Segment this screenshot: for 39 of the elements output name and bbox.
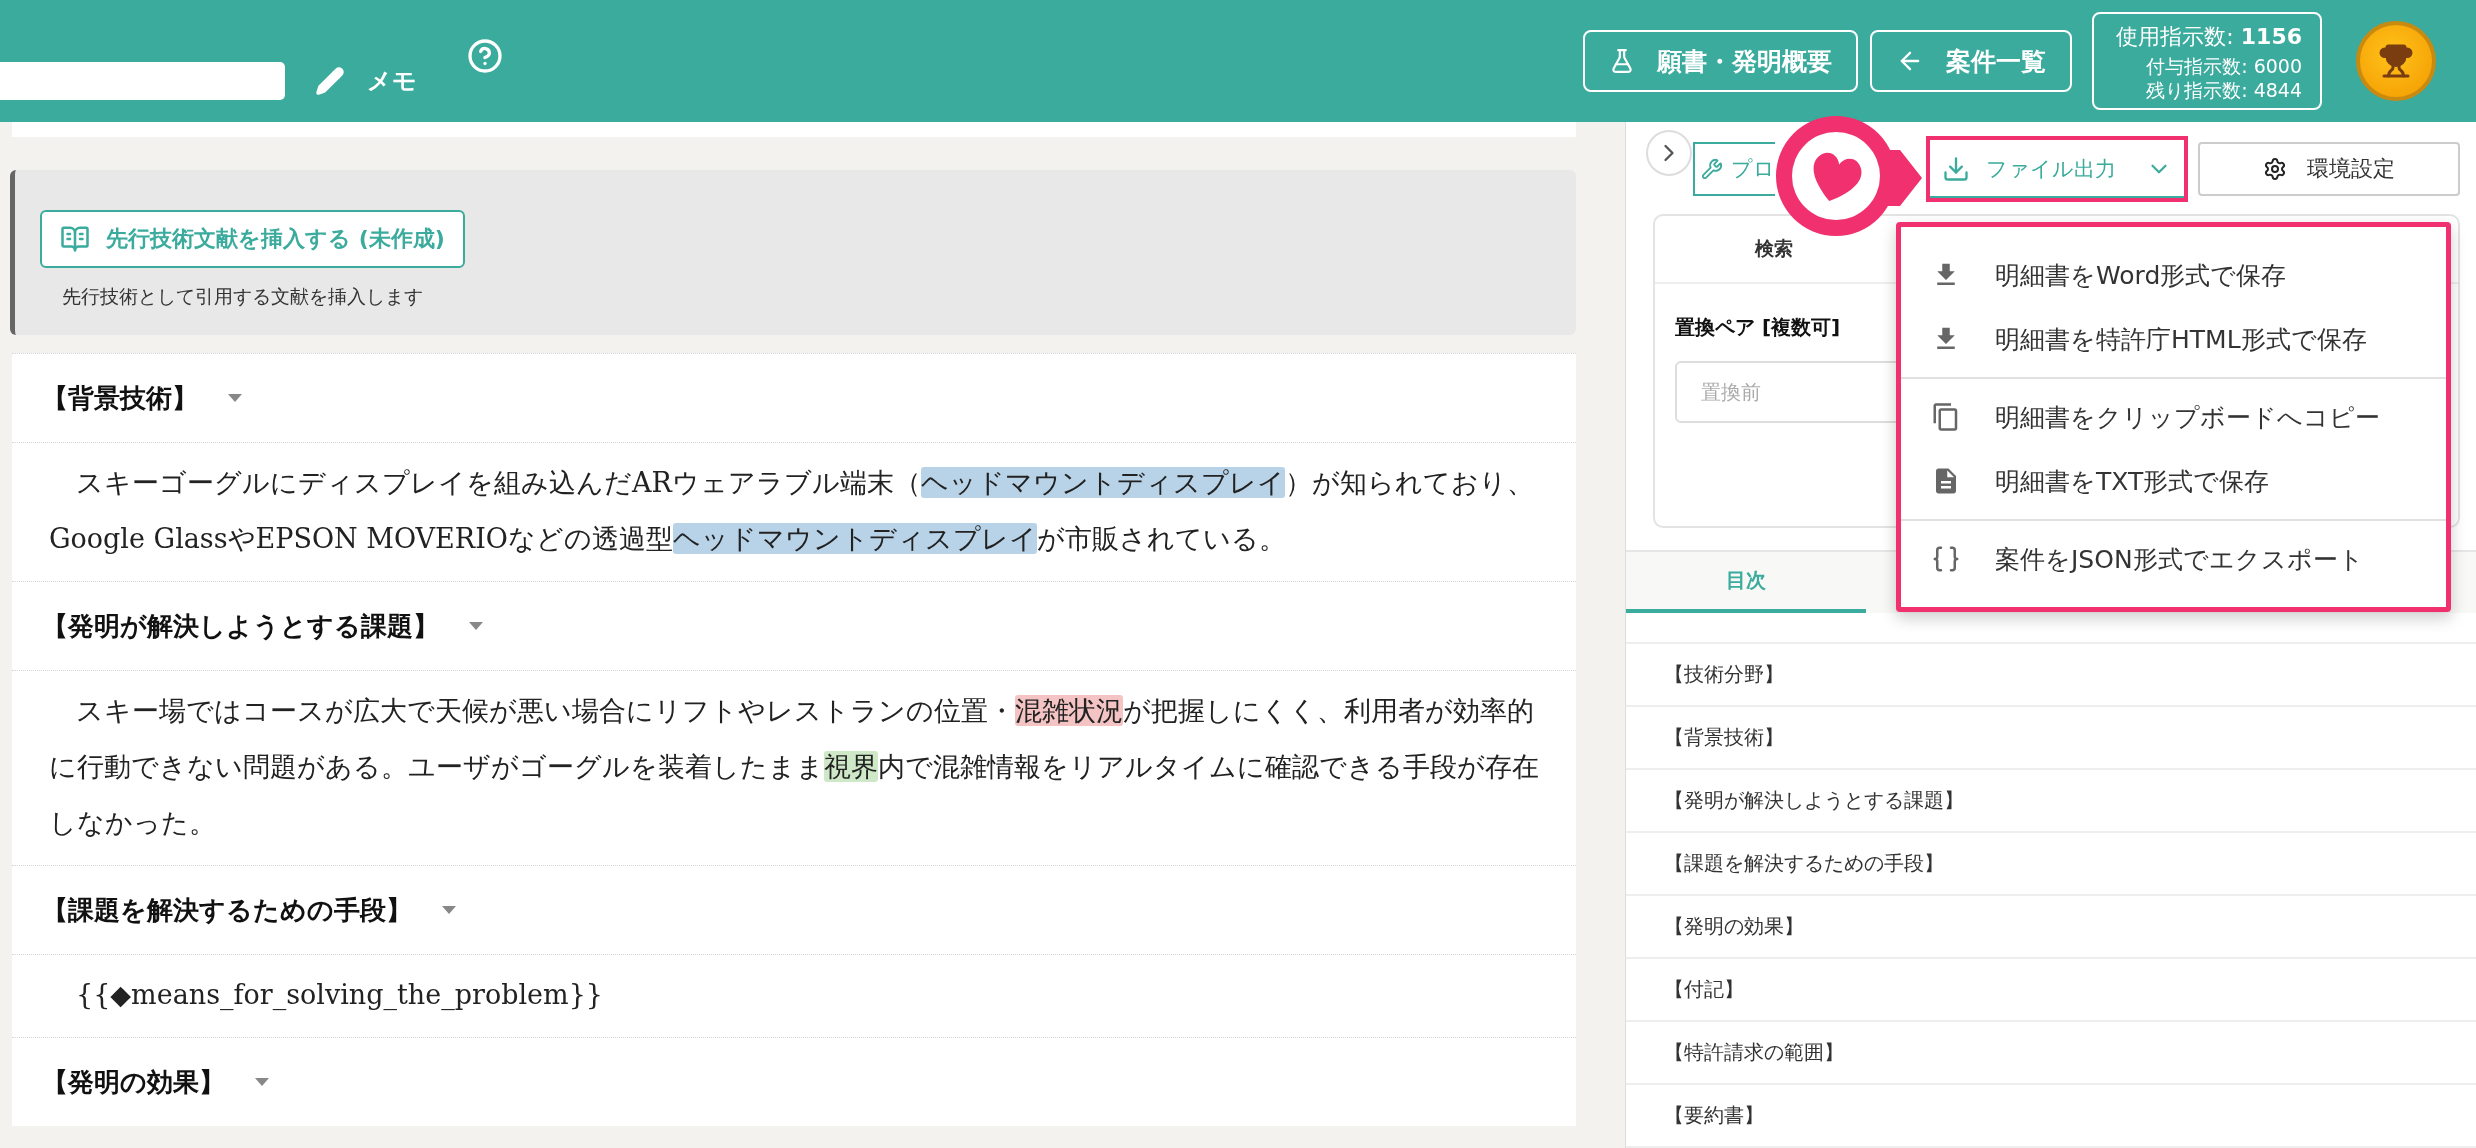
settings-icon xyxy=(2263,157,2287,181)
section-paragraph: スキーゴーグルにディスプレイを組み込んだARウェアラブル端末（ヘッドマウントディスプレイ）が知られており、Google GlassやEPSON MOVERIOなどの透過型ヘッドマウントディスプレイ が市販されている。 xyxy=(12,442,1576,581)
trophy-icon xyxy=(2378,43,2414,79)
section-heading: 【背景技術】 xyxy=(42,381,198,415)
toc-item[interactable]: 【発明の効果】 xyxy=(1626,896,2476,959)
section-heading: 【課題を解決するための手段】 xyxy=(42,893,412,927)
menu-item[interactable]: 案件をJSON形式でエクスポート xyxy=(1901,527,2446,591)
settings-button[interactable]: 環境設定 xyxy=(2198,142,2460,196)
toc-item[interactable]: 【技術分野】 xyxy=(1626,644,2476,707)
granted-count: 付与指示数: 6000 xyxy=(2146,54,2302,78)
menu-item[interactable]: 明細書をTXT形式で保存 xyxy=(1901,449,2446,513)
wrench-icon xyxy=(1701,156,1723,182)
memo-field[interactable] xyxy=(0,62,285,100)
pencil-icon xyxy=(315,66,345,96)
section-paragraph: {{◆means_for_solving_the_problem}} xyxy=(12,954,1576,1037)
toc-item[interactable]: 【要約書】 xyxy=(1626,1085,2476,1148)
book-icon xyxy=(60,224,90,254)
toc-item[interactable]: 【特許請求の範囲】 xyxy=(1626,1022,2476,1085)
section-paragraph: スキー場ではコースが広大で天候が悪い場合にリフトやレストランの位置・混雑状況が把握しにくく、利用者が効率的に行動できない問題がある。ユーザがゴーグルを装着したまま 視界内で混雑情報をリアルタイムに確認できる手段が存在しなかった。 xyxy=(12,670,1576,865)
caret-icon[interactable] xyxy=(228,394,242,402)
used-count: 使用指示数: 1156 xyxy=(2116,23,2302,51)
replace-pairs-label: 置換ペア [複数可] xyxy=(1675,314,1841,341)
toc-item[interactable]: 【発明が解決しようとする課題】 xyxy=(1626,770,2476,833)
download-icon xyxy=(1942,155,1970,183)
help-icon[interactable] xyxy=(467,38,503,74)
collapse-button[interactable] xyxy=(1646,130,1692,176)
braces-icon xyxy=(1931,544,1961,574)
toc-item[interactable]: 【背景技術】 xyxy=(1626,707,2476,770)
remaining-count: 残り指示数: 4844 xyxy=(2146,78,2302,102)
caret-icon[interactable] xyxy=(442,906,456,914)
prior-art-caption: 先行技術として引用する文献を挿入します xyxy=(62,284,423,309)
toc-item[interactable]: 【付記】 xyxy=(1626,959,2476,1022)
caret-icon[interactable] xyxy=(255,1078,269,1086)
section-heading: 【発明が解決しようとする課題】 xyxy=(42,609,439,643)
section-heading: 【発明の効果】 xyxy=(42,1065,225,1099)
search-tab[interactable]: 検索 xyxy=(1655,216,1893,282)
caret-icon[interactable] xyxy=(469,622,483,630)
toc-item[interactable]: 【課題を解決するための手段】 xyxy=(1626,833,2476,896)
menu-item[interactable]: 明細書をWord形式で保存 xyxy=(1901,243,2446,307)
